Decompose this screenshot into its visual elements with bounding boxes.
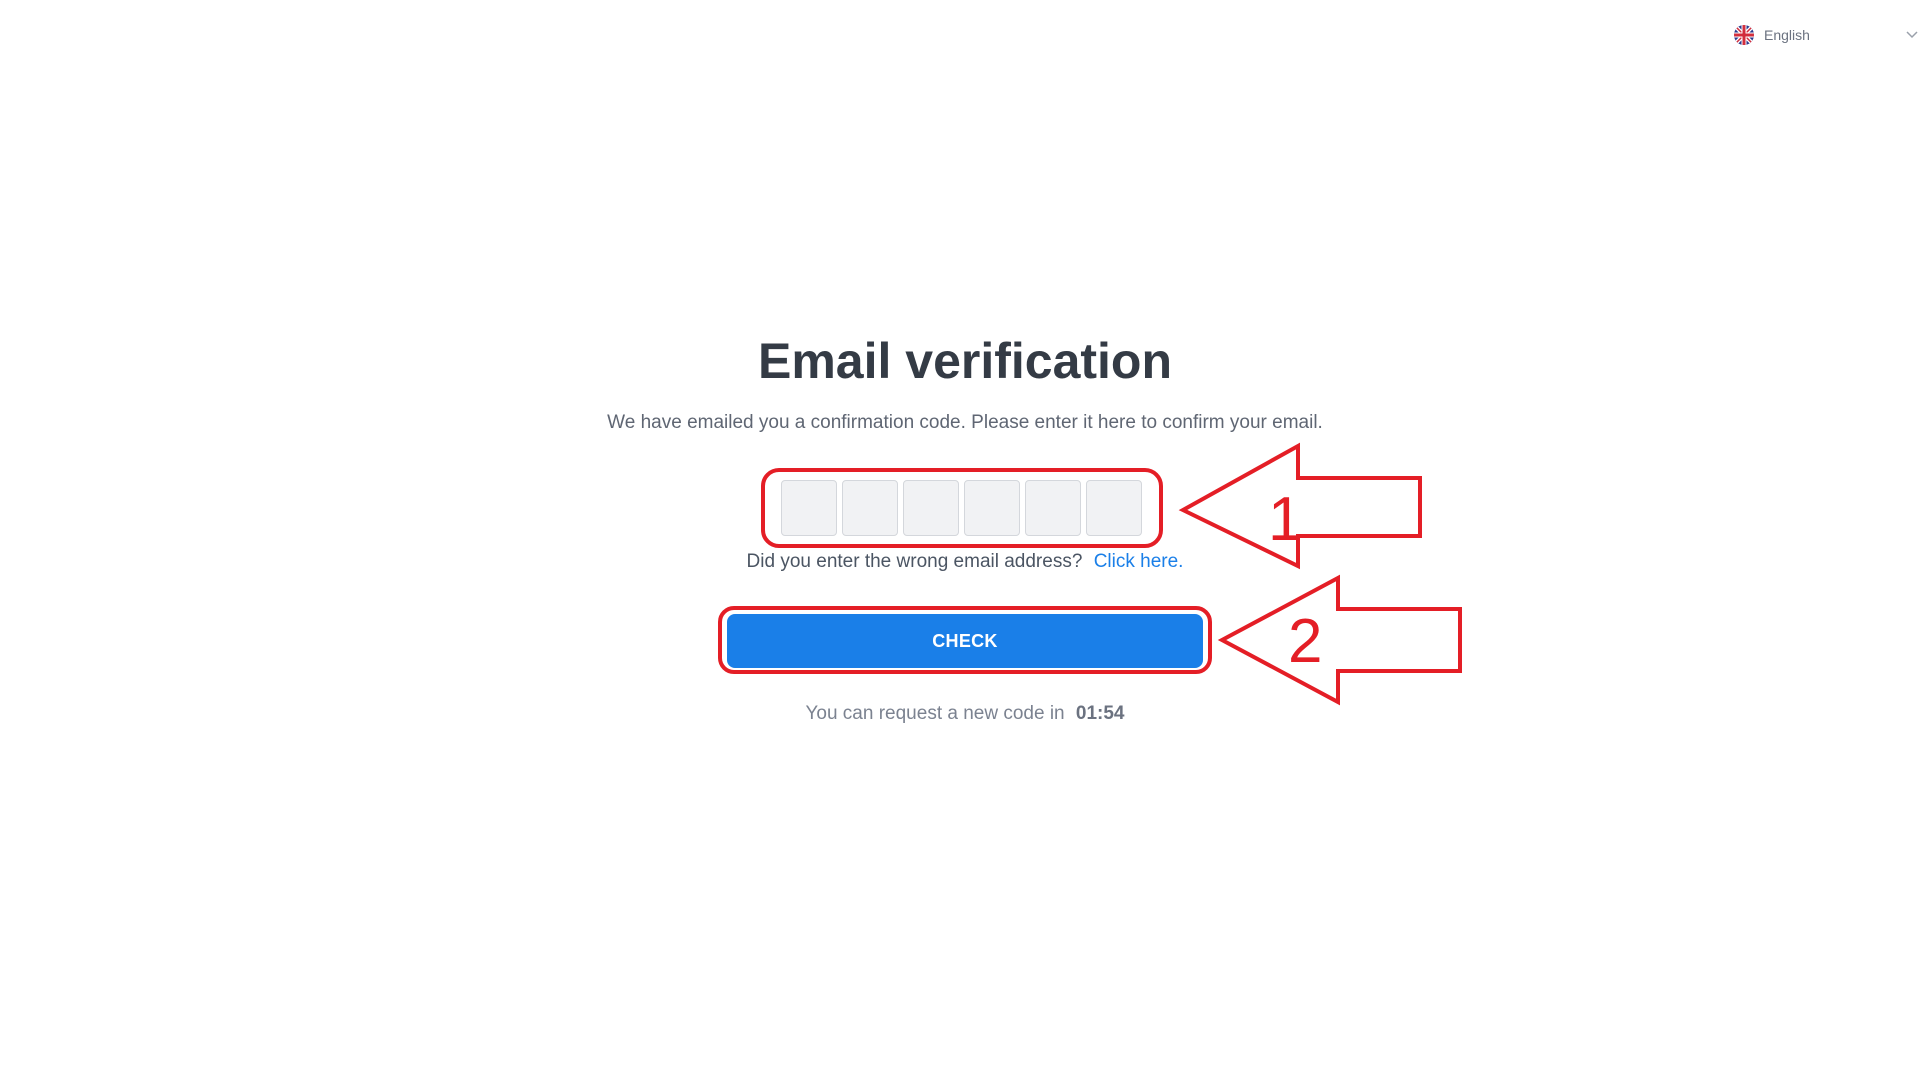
code-digit-input-2[interactable] <box>842 480 898 536</box>
code-digit-input-3[interactable] <box>903 480 959 536</box>
arrow-1-label: 1 <box>1268 485 1302 554</box>
page-title: Email verification <box>757 333 1173 389</box>
page-subtitle: We have emailed you a confirmation code.… <box>607 412 1323 433</box>
code-digit-input-4[interactable] <box>964 480 1020 536</box>
verification-code-inputs <box>781 480 1142 536</box>
uk-flag-icon <box>1734 25 1754 45</box>
resend-timer: 01:54 <box>1075 703 1125 724</box>
language-label: English <box>1764 27 1810 43</box>
resend-code-notice: You can request a new code in 01:54 <box>0 702 1920 726</box>
language-selector[interactable]: English <box>1734 24 1920 46</box>
code-digit-input-1[interactable] <box>781 480 837 536</box>
wrong-email-text: Did you enter the wrong email address? <box>746 551 1083 572</box>
click-here-link[interactable]: Click here. <box>1094 551 1184 572</box>
check-button[interactable]: CHECK <box>727 614 1203 668</box>
arrow-2-label: 2 <box>1288 607 1322 676</box>
email-verification-page: English Email verification We have email… <box>0 0 1920 1080</box>
annotation-overlay: 1 2 <box>718 442 1462 706</box>
chevron-down-icon <box>1904 26 1920 42</box>
code-digit-input-6[interactable] <box>1086 480 1142 536</box>
arrow-1 <box>1178 442 1422 570</box>
arrow-2 <box>1217 574 1462 706</box>
wrong-email-prompt: Did you enter the wrong email address? C… <box>0 550 1920 574</box>
resend-text: You can request a new code in <box>805 703 1065 724</box>
code-digit-input-5[interactable] <box>1025 480 1081 536</box>
